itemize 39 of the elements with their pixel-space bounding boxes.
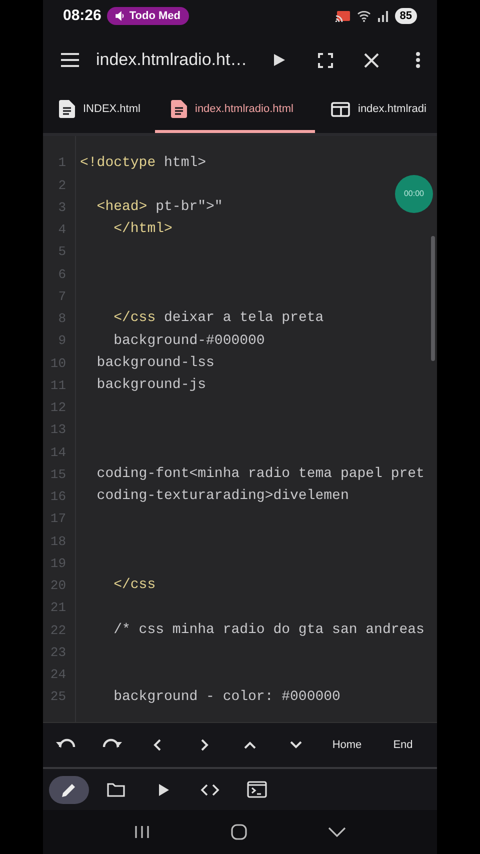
close-icon[interactable] <box>364 52 379 68</box>
menu-icon[interactable] <box>60 52 80 68</box>
more-icon[interactable] <box>416 52 420 68</box>
code-line: background - color: #000000 <box>112 688 340 707</box>
file-tab[interactable]: INDEX.html <box>43 88 155 133</box>
document-icon <box>59 100 75 118</box>
code-line: background-#000000 <box>112 332 265 351</box>
code-line: coding-texturarading>divelemen <box>96 487 349 506</box>
battery-level: 85 <box>394 8 417 24</box>
terminal-icon <box>247 780 267 800</box>
code-line: <head> pt-br">" <box>96 198 223 218</box>
clock-time: 08:26 <box>63 6 102 26</box>
document-icon <box>171 100 187 118</box>
run-icon[interactable] <box>273 53 286 67</box>
back-chevron-icon[interactable] <box>328 826 346 838</box>
file-tab[interactable]: index.htmlradi <box>315 88 437 133</box>
signal-icon <box>376 10 389 22</box>
code-line: /* css minha radio do gta san andreas <box>112 620 424 640</box>
code-line: coding-font<minha radio tema papel pret <box>96 465 424 484</box>
file-tab[interactable]: index.htmlradio.html <box>155 88 315 133</box>
key-button[interactable]: Home <box>319 725 375 765</box>
edit-tab[interactable] <box>49 776 89 804</box>
media-pill: Todo Med <box>107 7 188 25</box>
wifi-icon <box>356 10 371 22</box>
window-icon <box>331 102 350 116</box>
key-button[interactable]: End <box>375 725 431 765</box>
home-icon[interactable] <box>230 824 247 840</box>
code-line: <!doctype html> <box>79 154 206 173</box>
fullscreen-icon[interactable] <box>318 52 333 68</box>
code-line: </css <box>112 576 156 596</box>
code-line: </css deixar a tela preta <box>112 309 324 328</box>
code-line: </html> <box>112 220 172 240</box>
recents-icon[interactable] <box>134 825 150 839</box>
cast-icon <box>334 10 351 22</box>
code-line: background-lss <box>96 354 214 373</box>
speaker-icon <box>115 11 126 21</box>
recording-timer: 00:00 <box>395 175 433 213</box>
code-line: background-js <box>96 376 206 396</box>
file-title: index.htmlradio.ht… <box>96 49 248 72</box>
